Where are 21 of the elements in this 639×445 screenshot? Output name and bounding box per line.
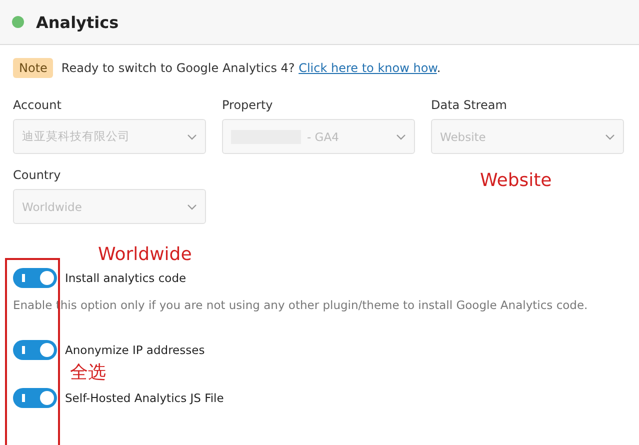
- know-how-link[interactable]: Click here to know how: [298, 61, 437, 75]
- chevron-down-icon: [187, 204, 197, 210]
- toggle-switch[interactable]: [13, 340, 57, 360]
- field-label: Account: [13, 98, 62, 112]
- option-label: Install analytics code: [65, 271, 186, 285]
- chevron-down-icon: [605, 134, 615, 140]
- toggle-switch[interactable]: [13, 268, 57, 288]
- chevron-down-icon: [187, 134, 197, 140]
- field-label: Property: [222, 98, 274, 112]
- annotation-text: Worldwide: [98, 244, 192, 265]
- field-label: Country: [13, 168, 62, 182]
- note-badge: Note: [13, 58, 54, 78]
- annotation-text: 全选: [70, 363, 106, 383]
- section-title: Analytics: [36, 12, 119, 32]
- notice-text: Ready to switch to Google Analytics 4? Click here to know how.: [61, 61, 441, 75]
- option-label: Self-Hosted Analytics JS File: [65, 391, 224, 405]
- option-label: Anonymize IP addresses: [65, 343, 205, 357]
- annotation-text: Website: [480, 170, 552, 191]
- toggle-switch[interactable]: [13, 388, 57, 408]
- field-label: Data Stream: [431, 98, 508, 112]
- chevron-down-icon: [396, 134, 406, 140]
